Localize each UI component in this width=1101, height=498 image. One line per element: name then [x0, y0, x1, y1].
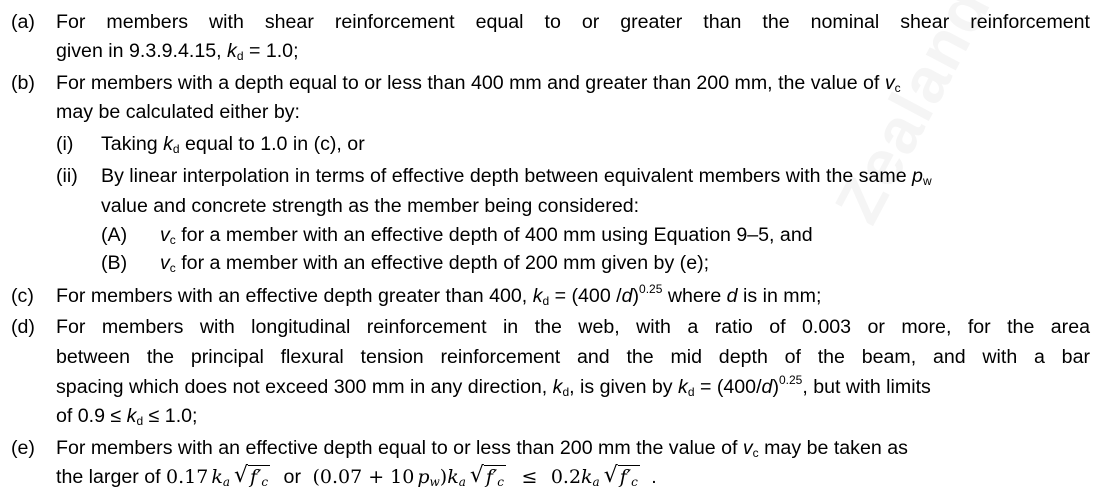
- item-c-text: For members with an effective depth grea…: [56, 282, 822, 308]
- item-d-line2: between the principal flexural tension r…: [56, 346, 1090, 368]
- document-page: Zealand * (a) For members with shear rei…: [0, 0, 1101, 498]
- item-b-ii-line1: By linear interpolation in terms of effe…: [101, 165, 932, 188]
- item-b-i-text: Taking kd equal to 1.0 in (c), or: [101, 133, 365, 156]
- item-b-ii-label: (ii): [56, 165, 78, 187]
- item-a-label: (a): [11, 11, 35, 33]
- formula-1: 0.17 ka √ f′c: [166, 463, 271, 489]
- item-d-line4: of 0.9 ≤ kd ≤ 1.0;: [56, 405, 198, 428]
- item-b-i-label: (i): [56, 133, 74, 155]
- sqrt-fc-2: √ f′c: [469, 463, 506, 489]
- item-d-line3: spacing which does not exceed 300 mm in …: [56, 373, 931, 399]
- item-b-line2: may be calculated either by:: [56, 101, 300, 123]
- item-b-label: (b): [11, 72, 35, 94]
- item-b-ii-A-text: vc for a member with an effective depth …: [160, 224, 813, 247]
- sqrt-fc-1: √ f′c: [234, 463, 271, 489]
- item-e-label: (e): [11, 437, 35, 459]
- item-d-label: (d): [11, 316, 35, 338]
- item-b-ii-A-label: (A): [101, 224, 128, 246]
- watermark: Zealand *: [820, 0, 1027, 235]
- item-a-line2: given in 9.3.9.4.15, kd = 1.0;: [56, 40, 299, 63]
- item-a-line1: For members with shear reinforcement equ…: [56, 11, 1090, 33]
- sqrt-fc-3: √ f′c: [603, 463, 640, 489]
- item-b-ii-B-text: vc for a member with an effective depth …: [160, 252, 710, 275]
- item-c-label: (c): [11, 285, 34, 307]
- item-b-line1: For members with a depth equal to or les…: [56, 72, 901, 95]
- item-e-line1: For members with an effective depth equa…: [56, 437, 908, 460]
- item-e-line2: the larger of 0.17 ka √ f′c or (0.07 + 10 pw…: [56, 463, 657, 489]
- item-b-ii-line2: value and concrete strength as the membe…: [101, 195, 640, 217]
- item-d-line1: For members with longitudinal reinforcem…: [56, 316, 1090, 338]
- formula-3: 0.2ka √ f′c: [550, 463, 640, 489]
- item-b-ii-B-label: (B): [101, 252, 128, 274]
- formula-2: (0.07 + 10 pw)ka √ f′c: [312, 463, 506, 489]
